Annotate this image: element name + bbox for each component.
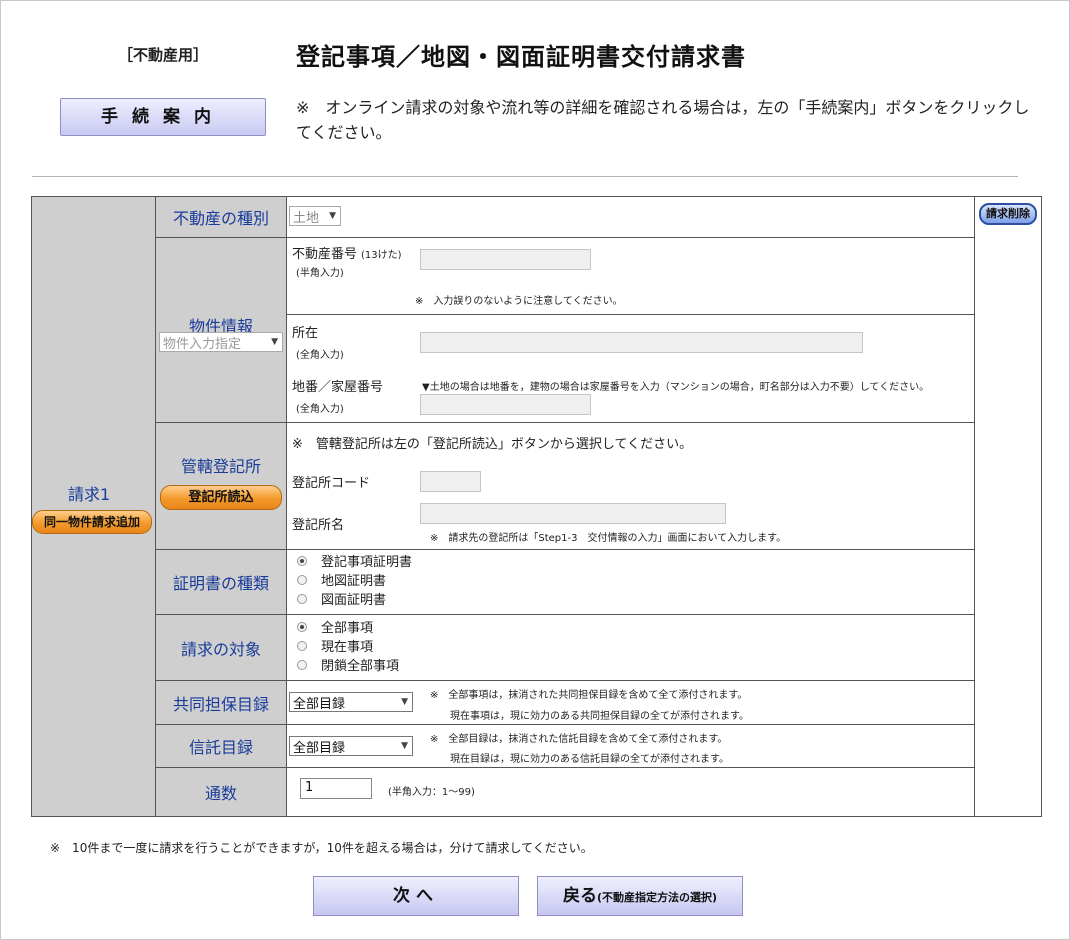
copies-input[interactable]: 1 bbox=[300, 778, 372, 799]
certificate-type-label: 証明書の種類 bbox=[156, 550, 287, 614]
back-button[interactable]: 戻る(不動産指定方法の選択) bbox=[537, 876, 743, 916]
request-target-label: 請求の対象 bbox=[156, 615, 287, 680]
row-divider bbox=[156, 724, 974, 725]
radio-label: 閉鎖全部事項 bbox=[321, 659, 400, 674]
copies-hint: (半角入力：1～99) bbox=[388, 787, 475, 798]
joint-collateral-value: 全部目録 bbox=[293, 696, 346, 712]
trust-catalog-label-text: 信託目録 bbox=[188, 738, 253, 757]
property-type-label-text: 不動産の種別 bbox=[172, 209, 269, 228]
radio-certificate-registry[interactable]: 登記事項証明書 bbox=[297, 551, 412, 570]
property-number-sub: (半角入力) bbox=[296, 268, 344, 279]
radio-label: 登記事項証明書 bbox=[321, 555, 413, 570]
radio-icon bbox=[297, 640, 307, 651]
joint-collateral-note-2: 現在事項は，現に効力のある共同担保目録の全てが添付されます。 bbox=[450, 711, 749, 722]
radio-icon bbox=[297, 593, 307, 604]
chevron-down-icon: ▼ bbox=[271, 337, 278, 347]
back-button-sub-label: (不動産指定方法の選択) bbox=[596, 891, 718, 904]
registry-office-label-text: 管轄登記所 bbox=[180, 457, 261, 476]
lot-number-label: 地番／家屋番号 bbox=[292, 380, 384, 395]
trust-catalog-select[interactable]: 全部目録 ▼ bbox=[289, 736, 413, 756]
radio-label: 全部事項 bbox=[321, 621, 374, 636]
joint-collateral-select[interactable]: 全部目録 ▼ bbox=[289, 692, 413, 712]
property-number-label: 不動産番号 (13けた) bbox=[292, 243, 402, 262]
row-divider bbox=[156, 680, 974, 681]
lot-number-input[interactable] bbox=[420, 394, 591, 415]
registry-office-note: ※ 管轄登記所は左の「登記所読込」ボタンから選択してください。 bbox=[292, 437, 693, 452]
radio-icon bbox=[297, 555, 307, 566]
certificate-type-radio-group: 登記事項証明書 地図証明書 図面証明書 bbox=[297, 551, 412, 608]
header-divider bbox=[32, 176, 1018, 177]
row-divider bbox=[156, 237, 974, 238]
location-sub: (全角入力) bbox=[296, 350, 344, 361]
radio-certificate-map[interactable]: 地図証明書 bbox=[297, 570, 412, 589]
property-input-mode-value: 物件入力指定 bbox=[163, 336, 242, 352]
row-divider bbox=[156, 767, 974, 768]
radio-target-current[interactable]: 現在事項 bbox=[297, 636, 399, 655]
copies-label: 通数 bbox=[156, 768, 287, 816]
property-type-value: 土地 bbox=[293, 210, 320, 226]
property-number-digits-hint: (13けた) bbox=[361, 250, 402, 261]
row-divider bbox=[156, 422, 974, 423]
next-button[interactable]: 次へ bbox=[313, 876, 519, 916]
trust-catalog-note-1: ※ 全部目録は，抹消された信託目録を含めて全て添付されます。 bbox=[430, 734, 728, 745]
copies-label-text: 通数 bbox=[204, 784, 237, 803]
page-title: 登記事項／地図・図面証明書交付請求書 bbox=[296, 43, 746, 71]
location-label: 所在 bbox=[292, 326, 319, 341]
radio-icon bbox=[297, 659, 307, 670]
location-input[interactable] bbox=[420, 332, 863, 353]
form-category-tag: ［不動産用］ bbox=[118, 46, 209, 64]
chevron-down-icon: ▼ bbox=[329, 211, 336, 221]
property-type-label: 不動産の種別 bbox=[156, 197, 287, 237]
radio-label: 現在事項 bbox=[321, 640, 374, 655]
lot-number-note: ▼土地の場合は地番を，建物の場合は家屋番号を入力（マンションの場合，町名部分は入… bbox=[422, 382, 930, 393]
radio-target-all[interactable]: 全部事項 bbox=[297, 617, 399, 636]
row-divider bbox=[287, 314, 974, 315]
request-column bbox=[32, 197, 156, 816]
property-number-note: ※ 入力誤りのないように注意してください。 bbox=[415, 296, 623, 307]
lot-number-sub: (全角入力) bbox=[296, 404, 344, 415]
back-button-label: 戻る bbox=[562, 886, 597, 906]
property-info-label: 物件情報 bbox=[156, 238, 287, 422]
row-divider bbox=[156, 614, 974, 615]
certificate-type-label-text: 証明書の種類 bbox=[172, 574, 269, 593]
radio-icon bbox=[297, 621, 307, 632]
request-target-label-text: 請求の対象 bbox=[180, 639, 261, 659]
radio-target-closed[interactable]: 閉鎖全部事項 bbox=[297, 655, 399, 674]
add-same-property-button[interactable]: 同一物件請求追加 bbox=[32, 510, 152, 534]
trust-catalog-value: 全部目録 bbox=[293, 740, 346, 756]
joint-collateral-note-1: ※ 全部事項は，抹消された共同担保目録を含めて全て添付されます。 bbox=[430, 690, 748, 701]
trust-catalog-label: 信託目録 bbox=[156, 725, 287, 767]
joint-collateral-label: 共同担保目録 bbox=[156, 681, 287, 724]
action-column-divider bbox=[974, 197, 975, 816]
request-target-radio-group: 全部事項 現在事項 閉鎖全部事項 bbox=[297, 617, 399, 674]
property-input-mode-select[interactable]: 物件入力指定 ▼ bbox=[159, 332, 283, 352]
registry-name-note: ※ 請求先の登記所は「Step1-3 交付情報の入力」画面において入力します。 bbox=[430, 533, 787, 544]
load-registry-office-button[interactable]: 登記所読込 bbox=[160, 485, 282, 510]
delete-request-button[interactable]: 請求削除 bbox=[979, 203, 1037, 225]
registry-code-input[interactable] bbox=[420, 471, 481, 492]
request-number-label: 請求1 bbox=[68, 485, 111, 504]
property-number-input[interactable] bbox=[420, 249, 591, 270]
request-limit-note: ※ 10件まで一度に請求を行うことができますが，10件を超える場合は，分けて請求… bbox=[50, 841, 593, 855]
registry-name-label: 登記所名 bbox=[292, 518, 345, 533]
radio-label: 地図証明書 bbox=[321, 574, 387, 589]
row-divider bbox=[156, 549, 974, 550]
joint-collateral-label-text: 共同担保目録 bbox=[172, 694, 269, 714]
chevron-down-icon: ▼ bbox=[401, 741, 408, 751]
property-type-select[interactable]: 土地 ▼ bbox=[289, 206, 341, 226]
radio-certificate-drawing[interactable]: 図面証明書 bbox=[297, 589, 412, 608]
registry-code-label: 登記所コード bbox=[292, 476, 371, 491]
procedure-guide-button[interactable]: 手続案内 bbox=[60, 98, 266, 136]
trust-catalog-note-2: 現在目録は，現に効力のある信託目録の全てが添付されます。 bbox=[450, 754, 729, 765]
radio-icon bbox=[297, 574, 307, 585]
property-number-label-text: 不動産番号 bbox=[292, 247, 358, 262]
guide-note: ※ オンライン請求の対象や流れ等の詳細を確認される場合は，左の「手続案内」ボタン… bbox=[296, 98, 1030, 142]
registry-name-input[interactable] bbox=[420, 503, 726, 524]
radio-label: 図面証明書 bbox=[321, 593, 387, 608]
chevron-down-icon: ▼ bbox=[401, 697, 408, 707]
